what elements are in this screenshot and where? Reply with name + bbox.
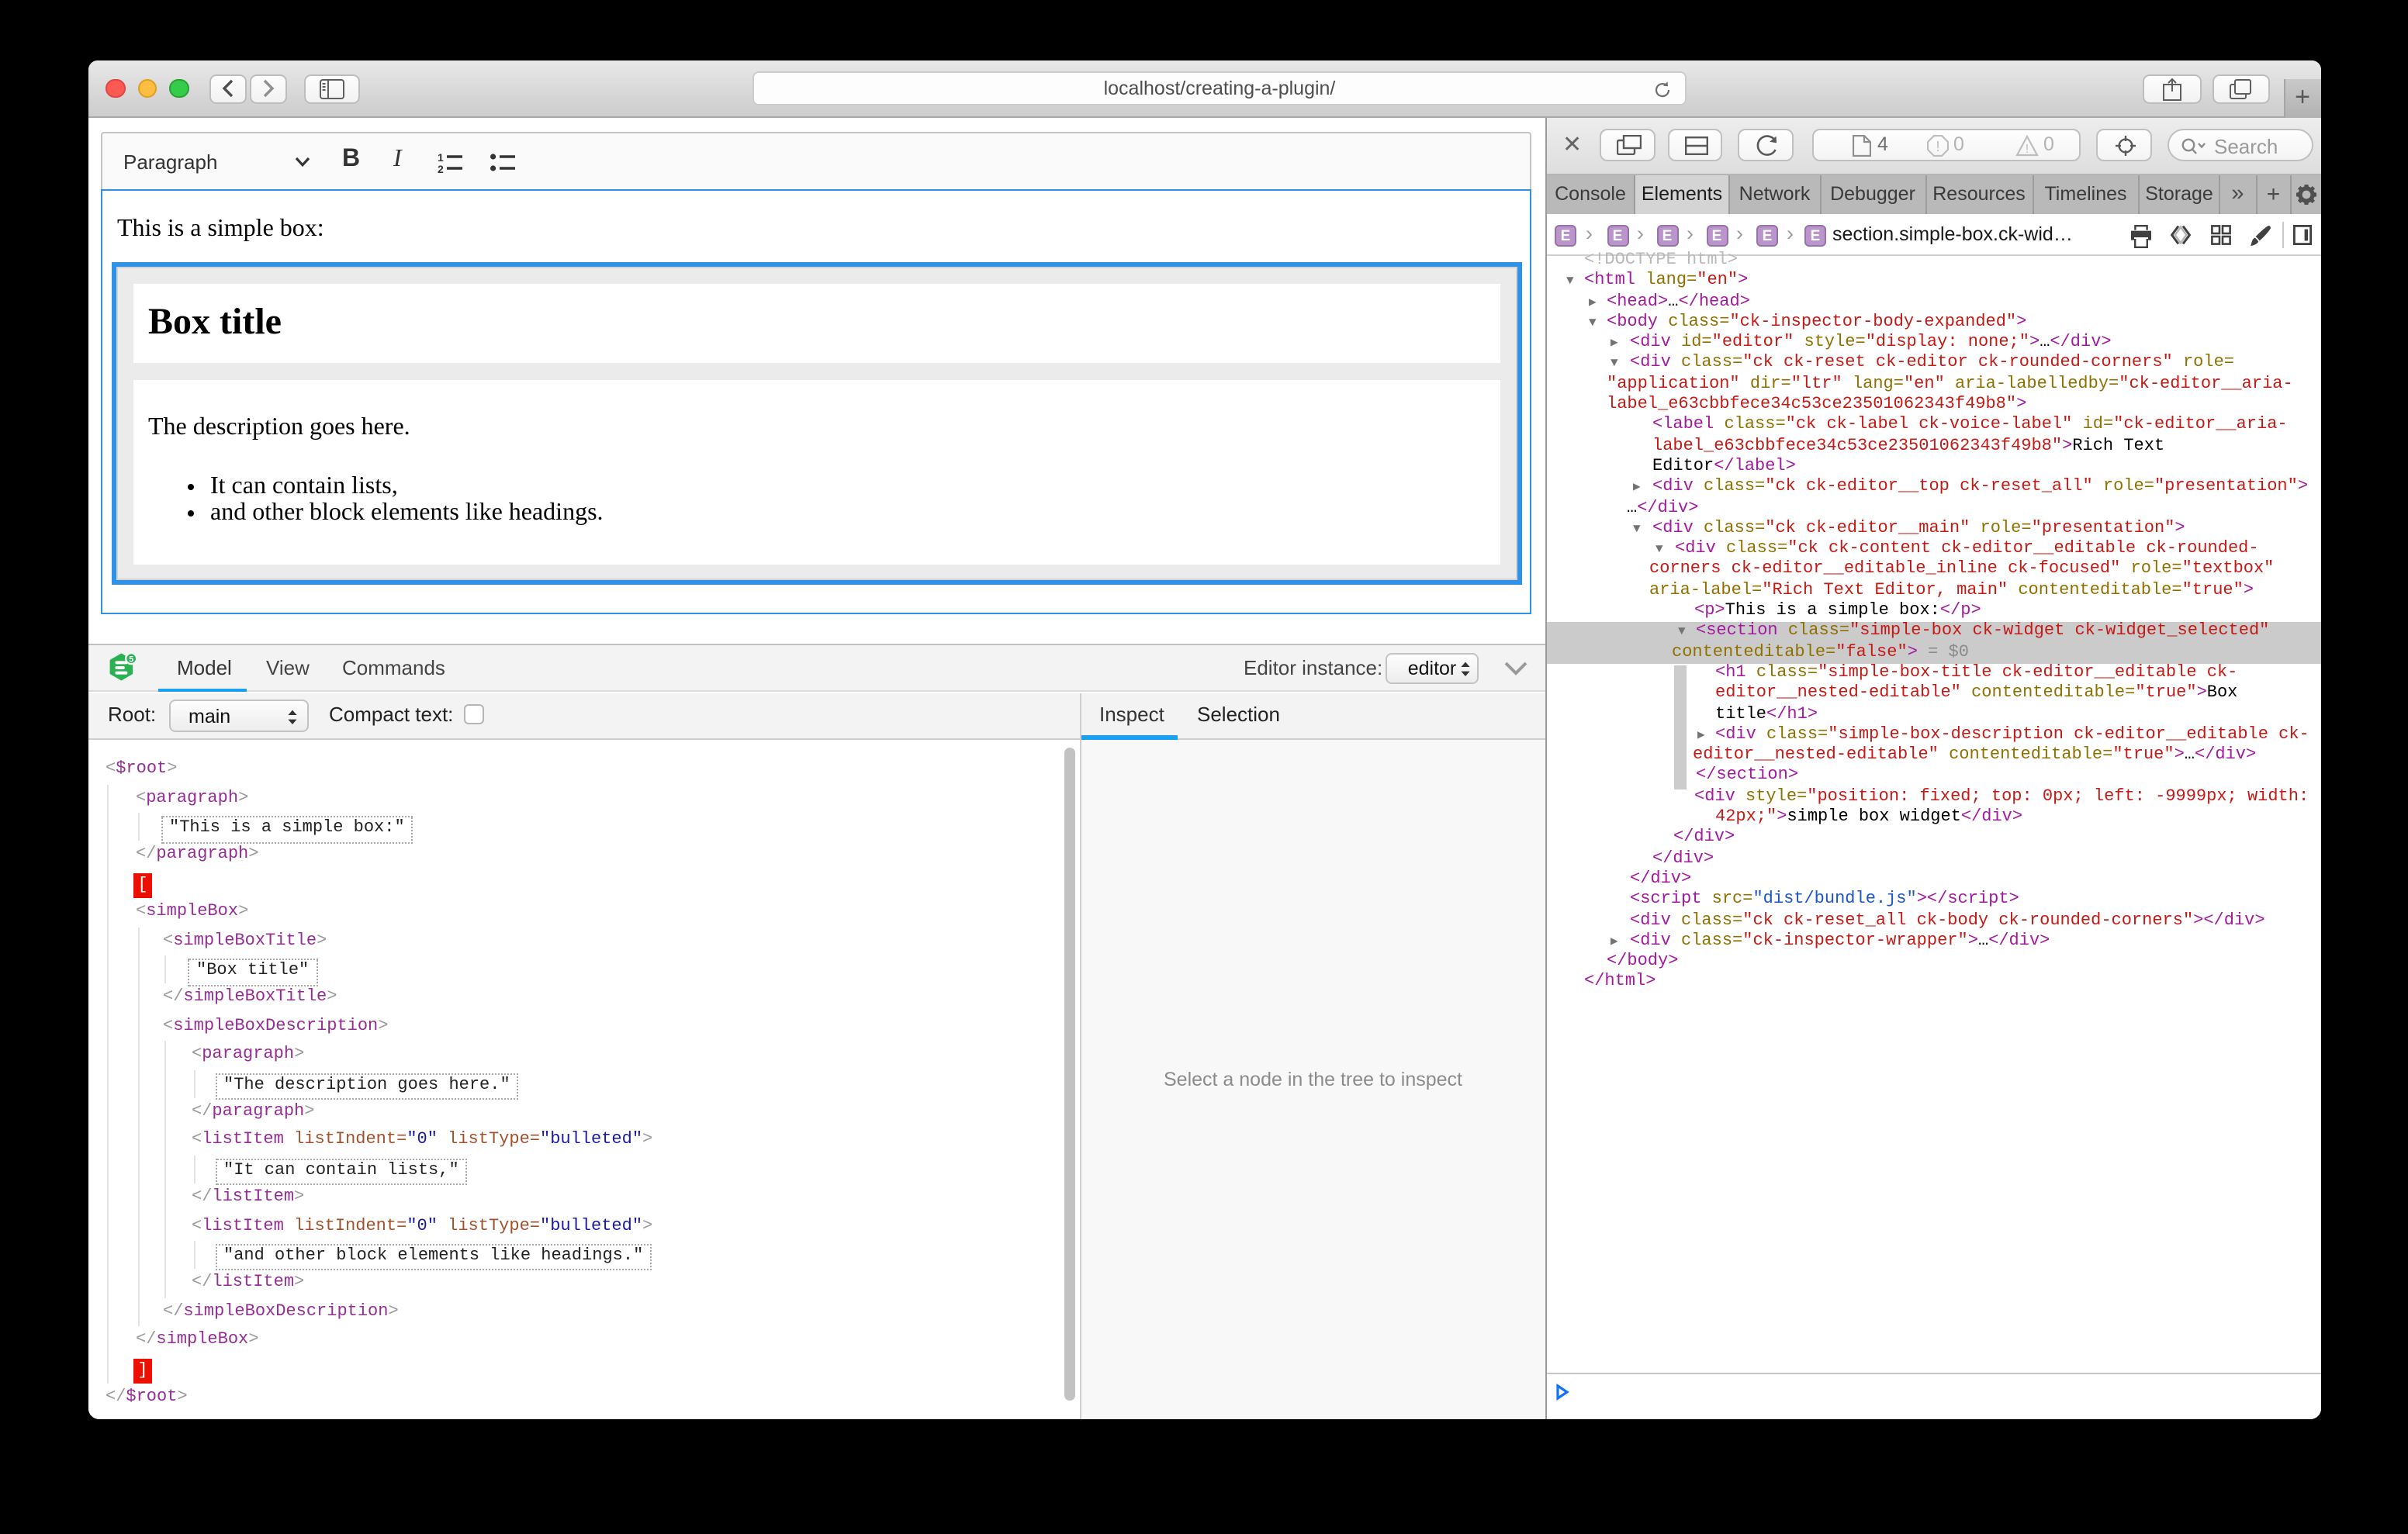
svg-text:1: 1 [437, 151, 443, 163]
svg-text:!: ! [1936, 138, 1939, 154]
svg-text:2: 2 [437, 162, 443, 173]
svg-text:5: 5 [128, 655, 133, 665]
svg-text:!: ! [2026, 142, 2029, 155]
